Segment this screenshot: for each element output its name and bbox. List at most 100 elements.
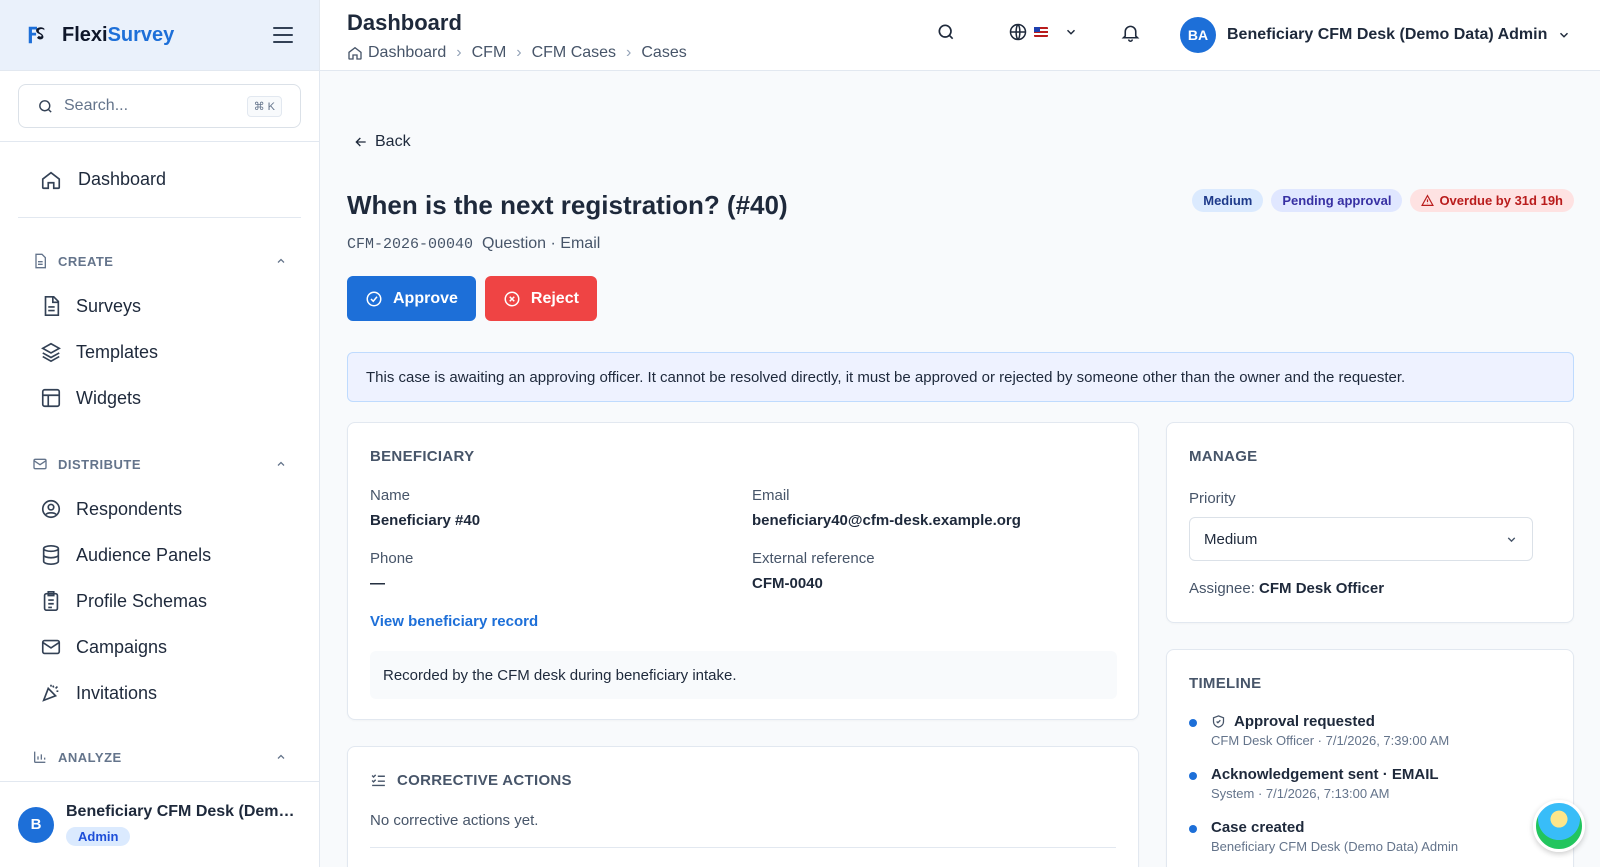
case-badges: Medium Pending approval Overdue by 31d 1… (1192, 189, 1574, 212)
section-analyze-header[interactable]: ANALYZE (0, 746, 319, 768)
main-content: Back When is the next registration? (#40… (320, 71, 1600, 867)
home-icon (41, 171, 61, 189)
beneficiary-header: BENEFICIARY (370, 448, 475, 465)
timeline-card: TIMELINE Approval requested CFM Desk Off… (1166, 649, 1574, 867)
timeline-item: Case created Beneficiary CFM Desk (Demo … (1189, 819, 1549, 854)
layout-icon (41, 388, 61, 408)
section-create-header[interactable]: CREATE (0, 250, 319, 272)
globe-icon (1009, 23, 1027, 41)
divider (370, 847, 1116, 848)
page-title: Dashboard (347, 10, 462, 35)
search-icon (938, 24, 954, 40)
breadcrumb-separator: › (626, 44, 632, 61)
reject-button[interactable]: Reject (484, 276, 597, 321)
sidebar-item-profile-schemas[interactable]: Profile Schemas (0, 578, 319, 624)
assignee-value: CFM Desk Officer (1259, 580, 1385, 597)
breadcrumb-separator: › (456, 44, 462, 61)
assignee-label: Assignee: (1189, 580, 1255, 597)
external-reference-label: External reference (752, 550, 875, 567)
bar-chart-icon (34, 751, 46, 763)
view-beneficiary-record-link[interactable]: View beneficiary record (370, 613, 538, 630)
language-selector[interactable] (1008, 22, 1078, 42)
beneficiary-card: BENEFICIARY Name Beneficiary #40 Email b… (347, 422, 1139, 720)
brand-bar: FlexiSurvey (0, 0, 319, 71)
menu-toggle-icon[interactable] (273, 27, 293, 43)
approval-notice: This case is awaiting an approving offic… (347, 352, 1574, 402)
corrective-actions-card: CORRECTIVE ACTIONS No corrective actions… (347, 746, 1139, 867)
arrow-left-icon (355, 137, 366, 147)
sidebar-item-respondents[interactable]: Respondents (0, 486, 319, 532)
timeline-dot (1189, 719, 1197, 727)
sidebar-item-templates[interactable]: Templates (0, 329, 319, 375)
assignee-row: Assignee: CFM Desk Officer (1189, 580, 1384, 597)
document-icon (35, 253, 46, 269)
clipboard-list-icon (43, 591, 59, 611)
sidebar-item-campaigns[interactable]: Campaigns (0, 624, 319, 670)
email-value: beneficiary40@cfm-desk.example.org (752, 512, 1021, 529)
bell-icon (1121, 25, 1140, 42)
sidebar-item-audience-panels[interactable]: Audience Panels (0, 532, 319, 578)
breadcrumb-dashboard[interactable]: Dashboard (368, 44, 446, 62)
phone-label: Phone (370, 550, 414, 567)
us-flag-icon (1034, 27, 1048, 37)
overdue-badge: Overdue by 31d 19h (1410, 189, 1574, 212)
user-circle-icon (41, 499, 61, 519)
breadcrumb-cfm[interactable]: CFM (472, 44, 507, 62)
top-bar: Dashboard Dashboard › CFM › CFM Cases › … (320, 0, 1600, 71)
sidebar-item-surveys[interactable]: Surveys (0, 283, 319, 329)
sidebar-user-card[interactable]: B Beneficiary CFM Desk (Demo ... Admin (0, 781, 319, 867)
corrective-actions-header: CORRECTIVE ACTIONS (370, 772, 572, 789)
sidebar-item-widgets[interactable]: Widgets (0, 375, 319, 421)
timeline-item: Approval requested CFM Desk Officer · 7/… (1189, 713, 1549, 748)
flexisurvey-logo-icon (28, 26, 45, 44)
party-popper-icon (42, 684, 59, 702)
name-value: Beneficiary #40 (370, 512, 481, 529)
priority-select[interactable]: Medium (1189, 517, 1533, 561)
breadcrumb: Dashboard › CFM › CFM Cases › Cases (347, 44, 687, 62)
mail-icon (33, 458, 47, 470)
search-icon (39, 99, 52, 113)
floating-assistant-avatar[interactable] (1533, 800, 1585, 852)
chevron-up-icon (277, 258, 285, 263)
envelope-icon (41, 639, 61, 655)
chevron-down-icon (1066, 29, 1076, 35)
case-code: CFM-2026-00040 (347, 236, 474, 253)
intake-note: Recorded by the CFM desk during benefici… (370, 651, 1117, 699)
survey-document-icon (44, 296, 60, 316)
email-label: Email (752, 487, 790, 504)
priority-label: Priority (1189, 490, 1236, 507)
case-type-channel: Question · Email (482, 235, 601, 252)
chevron-up-icon (277, 754, 285, 759)
back-link[interactable]: Back (353, 133, 411, 151)
case-title: When is the next registration? (#40) (347, 190, 788, 220)
sidebar-item-dashboard[interactable]: Dashboard (18, 142, 301, 218)
header-search-button[interactable] (936, 22, 956, 42)
timeline-list: Approval requested CFM Desk Officer · 7/… (1189, 713, 1549, 867)
section-distribute-header[interactable]: DISTRIBUTE (0, 453, 319, 475)
user-menu[interactable]: BA Beneficiary CFM Desk (Demo Data) Admi… (1180, 17, 1571, 53)
user-name: Beneficiary CFM Desk (Demo Data) Admin (1227, 26, 1548, 43)
chevron-down-icon (1560, 32, 1569, 38)
priority-badge: Medium (1192, 189, 1264, 212)
manage-card: MANAGE Priority Medium Assignee: CFM Des… (1166, 422, 1574, 623)
sidebar-item-invitations[interactable]: Invitations (0, 670, 319, 716)
external-reference-value: CFM-0040 (752, 575, 823, 592)
role-badge: Admin (66, 827, 131, 846)
timeline-dot (1189, 825, 1197, 833)
search-placeholder: Search... (64, 97, 129, 114)
shield-check-icon (1212, 715, 1225, 728)
name-label: Name (370, 487, 411, 504)
approve-button[interactable]: Approve (347, 276, 476, 321)
manage-header: MANAGE (1189, 448, 1258, 465)
sidebar-search-input[interactable]: Search... ⌘ K (18, 84, 301, 128)
database-icon (42, 545, 60, 565)
chevron-down-icon (1507, 536, 1516, 542)
home-icon (348, 46, 362, 60)
notifications-button[interactable] (1120, 22, 1141, 43)
breadcrumb-cfm-cases[interactable]: CFM Cases (532, 44, 616, 62)
check-circle-icon (366, 291, 382, 306)
breadcrumb-cases[interactable]: Cases (641, 44, 686, 62)
case-meta: CFM-2026-00040 Question · Email (347, 235, 600, 253)
timeline-dot (1189, 772, 1197, 780)
sidebar: FlexiSurvey Search... ⌘ K Dashboard CREA… (0, 0, 320, 867)
